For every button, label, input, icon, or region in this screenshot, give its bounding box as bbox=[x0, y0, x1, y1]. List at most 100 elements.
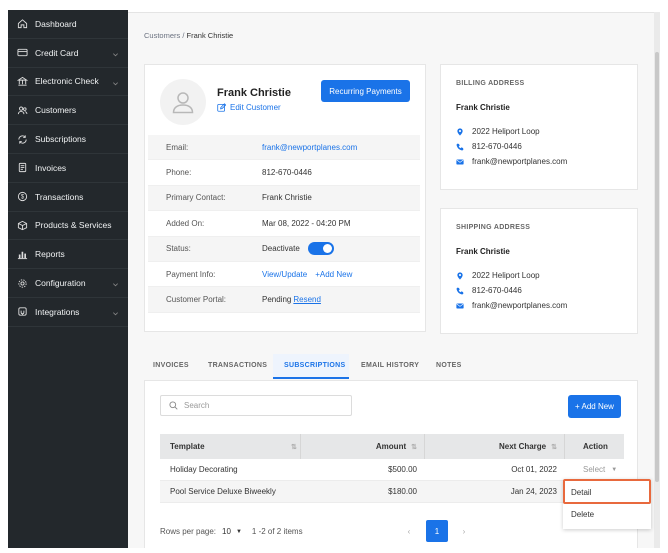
action-select[interactable]: Select ▼ bbox=[583, 459, 617, 480]
sidebar-item-configuration[interactable]: Configuration bbox=[8, 269, 128, 298]
bank-icon bbox=[17, 76, 28, 87]
info-row-status: Status: Deactivate bbox=[148, 236, 420, 262]
billing-address: 2022 Heliport Loop bbox=[472, 127, 540, 136]
user-icon bbox=[172, 92, 194, 114]
billing-name: Frank Christie bbox=[456, 103, 510, 112]
page-button-current[interactable]: 1 bbox=[426, 520, 448, 542]
status-text: Deactivate bbox=[262, 244, 300, 254]
info-label: Customer Portal: bbox=[166, 295, 227, 305]
pagination-info: Rows per page: 10 ▼ 1 -2 of 2 items bbox=[160, 527, 303, 536]
chevron-down-icon bbox=[112, 309, 119, 316]
scrollbar-thumb[interactable] bbox=[655, 52, 659, 482]
sort-icon: ⇅ bbox=[411, 443, 417, 451]
sort-icon[interactable]: ⇅ bbox=[286, 434, 297, 459]
edit-customer-link[interactable]: Edit Customer bbox=[217, 103, 281, 112]
cell-amount: $500.00 bbox=[388, 465, 417, 474]
shipping-name: Frank Christie bbox=[456, 247, 510, 256]
search-input[interactable]: Search bbox=[160, 395, 352, 416]
search-placeholder: Search bbox=[184, 401, 210, 410]
billing-phone-line: 812-670-0446 bbox=[456, 142, 522, 151]
breadcrumb: Customers / Frank Christie bbox=[144, 31, 233, 40]
shipping-email[interactable]: frank@newportplanes.com bbox=[472, 301, 567, 310]
info-value: Frank Christie bbox=[262, 193, 312, 203]
cell-template: Pool Service Deluxe Biweekly bbox=[170, 487, 276, 496]
table-row: Pool Service Deluxe Biweekly $180.00 Jan… bbox=[160, 481, 624, 503]
tab-email-history[interactable]: EMAIL HISTORY bbox=[361, 362, 419, 369]
shipping-heading: SHIPPING ADDRESS bbox=[456, 224, 531, 231]
breadcrumb-link-customers[interactable]: Customers bbox=[144, 31, 180, 40]
email-link[interactable]: frank@newportplanes.com bbox=[262, 143, 357, 152]
sidebar-item-electronic-check[interactable]: Electronic Check bbox=[8, 68, 128, 97]
info-row-primary-contact: Primary Contact: Frank Christie bbox=[148, 185, 420, 212]
status-toggle[interactable] bbox=[307, 242, 334, 256]
sidebar-item-integrations[interactable]: Integrations bbox=[8, 298, 128, 327]
sidebar-item-products-services[interactable]: Products & Services bbox=[8, 212, 128, 241]
sidebar-item-dashboard[interactable]: Dashboard bbox=[8, 10, 128, 39]
column-divider bbox=[424, 434, 425, 459]
map-pin-icon bbox=[457, 127, 463, 136]
map-pin-icon bbox=[457, 271, 463, 280]
customer-name: Frank Christie bbox=[217, 87, 291, 99]
prev-page-button[interactable]: ‹ bbox=[398, 520, 420, 542]
dollar-icon: $ bbox=[17, 191, 28, 202]
chevron-down-icon bbox=[112, 50, 119, 57]
header-template[interactable]: Template bbox=[170, 434, 205, 459]
sidebar: Dashboard Credit Card Electronic Check C… bbox=[8, 10, 128, 548]
info-label: Status: bbox=[166, 244, 191, 254]
billing-email[interactable]: frank@newportplanes.com bbox=[472, 157, 567, 166]
view-update-link[interactable]: View/Update bbox=[262, 270, 307, 279]
breadcrumb-current: Frank Christie bbox=[186, 31, 234, 40]
billing-phone: 812-670-0446 bbox=[472, 142, 522, 151]
email-icon bbox=[456, 158, 464, 165]
tab-transactions[interactable]: TRANSACTIONS bbox=[208, 362, 267, 369]
svg-text:$: $ bbox=[21, 195, 25, 201]
cell-amount: $180.00 bbox=[388, 487, 417, 496]
chevron-down-icon bbox=[112, 79, 119, 86]
resend-link[interactable]: Resend bbox=[293, 295, 321, 304]
portal-status: Pending bbox=[262, 295, 292, 305]
menu-item-delete[interactable]: Delete bbox=[563, 503, 651, 525]
info-label: Primary Contact: bbox=[166, 193, 226, 203]
sidebar-item-transactions[interactable]: $ Transactions bbox=[8, 183, 128, 212]
sidebar-item-invoices[interactable]: Invoices bbox=[8, 154, 128, 183]
sidebar-item-label: Electronic Check bbox=[35, 76, 99, 87]
invoice-icon bbox=[17, 162, 28, 173]
header-amount[interactable]: Amount ⇅ bbox=[376, 434, 417, 459]
sidebar-item-subscriptions[interactable]: Subscriptions bbox=[8, 125, 128, 154]
info-label: Phone: bbox=[166, 168, 192, 178]
header-action: Action bbox=[583, 442, 608, 451]
edit-customer-label: Edit Customer bbox=[230, 103, 281, 112]
customer-info-table: Email: frank@newportplanes.com Phone: 81… bbox=[148, 135, 420, 313]
sidebar-item-customers[interactable]: Customers bbox=[8, 96, 128, 126]
header-next-charge[interactable]: Next Charge ⇅ bbox=[499, 434, 557, 459]
sidebar-item-label: Transactions bbox=[35, 191, 84, 202]
info-value: Mar 08, 2022 - 04:20 PM bbox=[262, 218, 351, 228]
sidebar-item-credit-card[interactable]: Credit Card bbox=[8, 39, 128, 68]
tab-invoices[interactable]: INVOICES bbox=[153, 362, 189, 369]
next-page-button[interactable]: › bbox=[453, 520, 475, 542]
shipping-address: 2022 Heliport Loop bbox=[472, 271, 540, 280]
billing-heading: BILLING ADDRESS bbox=[456, 80, 525, 87]
add-new-payment-link[interactable]: +Add New bbox=[315, 270, 352, 279]
page-scrollbar[interactable] bbox=[654, 12, 660, 548]
sidebar-item-reports[interactable]: Reports bbox=[8, 240, 128, 270]
add-new-button[interactable]: + Add New bbox=[568, 395, 621, 418]
info-label: Email: bbox=[166, 142, 189, 152]
sidebar-item-label: Customers bbox=[35, 105, 77, 116]
sidebar-item-label: Invoices bbox=[35, 162, 67, 173]
table-header: Template ⇅ Amount ⇅ Next Charge ⇅ Action bbox=[160, 434, 624, 459]
chevron-down-icon: ▼ bbox=[235, 528, 242, 535]
cell-template: Holiday Decorating bbox=[170, 465, 238, 474]
cell-next-charge: Jan 24, 2023 bbox=[510, 487, 557, 496]
box-icon bbox=[17, 220, 28, 231]
rows-per-page-label: Rows per page: bbox=[160, 527, 217, 536]
tab-notes[interactable]: NOTES bbox=[436, 362, 462, 369]
tab-subscriptions[interactable]: SUBSCRIPTIONS bbox=[284, 362, 345, 369]
rows-per-page-select[interactable]: 10 ▼ bbox=[222, 527, 242, 536]
info-row-payment-info: Payment Info: View/Update +Add New bbox=[148, 262, 420, 288]
sidebar-item-label: Credit Card bbox=[35, 47, 79, 58]
info-row-added-on: Added On: Mar 08, 2022 - 04:20 PM bbox=[148, 211, 420, 237]
recurring-payments-button[interactable]: Recurring Payments bbox=[321, 80, 410, 102]
bar-chart-icon bbox=[17, 249, 28, 260]
email-icon bbox=[456, 302, 464, 309]
